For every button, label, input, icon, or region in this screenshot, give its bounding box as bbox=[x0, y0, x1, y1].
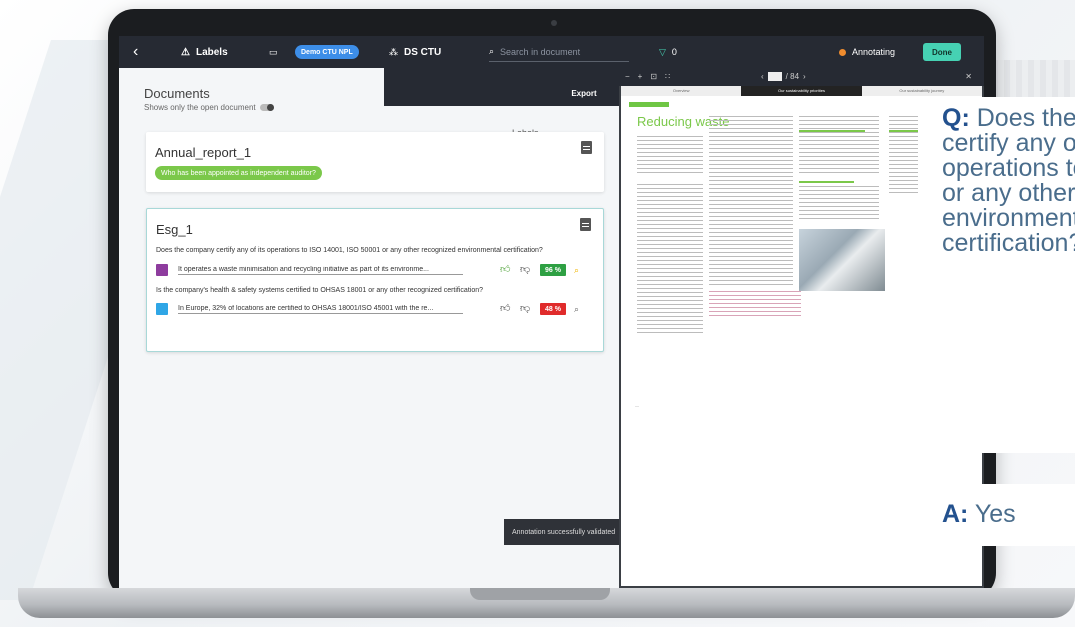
answer-text[interactable]: In Europe, 32% of locations are certifie… bbox=[178, 305, 463, 314]
prev-page-icon[interactable]: ‹ bbox=[761, 72, 764, 81]
document-name: Esg_1 bbox=[156, 222, 193, 237]
answer-prefix: A: bbox=[942, 500, 969, 528]
filter-count: 0 bbox=[671, 47, 677, 57]
camera-icon bbox=[551, 20, 557, 26]
thumbs-down-icon[interactable]: 👎︎ bbox=[520, 265, 530, 275]
topbar: ‹ ⚠ Labels ▭ Demo CTU NPL ⁂ DS CTU ⌕ Sea… bbox=[119, 36, 984, 68]
question-line: or any other recognized bbox=[942, 179, 1075, 207]
page-total: / 84 bbox=[785, 72, 800, 81]
page-tabs: Overview Our sustainability priorities O… bbox=[621, 86, 982, 96]
search-icon: ⌕ bbox=[489, 46, 495, 56]
answer-row[interactable]: It operates a waste minimisation and rec… bbox=[156, 262, 596, 278]
status-indicator: Annotating bbox=[839, 36, 895, 68]
search-icon[interactable]: ⌕ bbox=[574, 265, 584, 275]
question-prefix: Q: bbox=[942, 104, 970, 132]
page-number-input[interactable] bbox=[767, 72, 782, 81]
folder-icon[interactable]: ▭ bbox=[269, 36, 278, 68]
status-label: Annotating bbox=[852, 47, 896, 57]
label-color-swatch bbox=[156, 264, 168, 276]
filter-icon: ▽ bbox=[659, 46, 666, 57]
page-text-block bbox=[799, 116, 879, 176]
search-input[interactable]: ⌕ Search in document bbox=[489, 42, 629, 62]
zoom-out-icon[interactable]: − bbox=[625, 72, 630, 81]
page-text-block bbox=[709, 116, 793, 286]
search-placeholder: Search in document bbox=[500, 46, 581, 57]
app-title[interactable]: ⚠ Labels bbox=[181, 36, 228, 68]
question-line: certification? bbox=[942, 229, 1075, 257]
page-text-block bbox=[637, 184, 703, 334]
panel-title: Documents bbox=[144, 86, 210, 101]
page-text-block bbox=[637, 136, 703, 176]
app-title-label: Labels bbox=[195, 46, 228, 58]
question-line: certify any of its bbox=[942, 129, 1075, 157]
question-line-text: Does the company bbox=[976, 104, 1075, 132]
document-icon[interactable] bbox=[580, 218, 591, 231]
page-highlight-note bbox=[709, 291, 801, 317]
fit-page-icon[interactable]: ⊡ bbox=[650, 72, 657, 81]
confidence-score: 96 % bbox=[540, 264, 566, 276]
question-line: Q: Does the company bbox=[942, 106, 1075, 131]
document-icon[interactable] bbox=[581, 141, 592, 154]
answer-text[interactable]: It operates a waste minimisation and rec… bbox=[178, 266, 463, 275]
dataset-selector[interactable]: ⁂ DS CTU bbox=[389, 36, 441, 68]
thumbs-down-icon[interactable]: 👎︎ bbox=[520, 304, 530, 314]
logo-icon: ⚠ bbox=[181, 46, 190, 58]
document-card[interactable]: Annual_report_1 Who has been appointed a… bbox=[146, 132, 604, 192]
question-chip[interactable]: Who has been appointed as independent au… bbox=[155, 166, 322, 180]
viewer-toolbar: − + ⊡ ∷ ‹ / 84 › ✕ bbox=[619, 68, 984, 86]
close-icon[interactable]: ✕ bbox=[965, 72, 972, 81]
done-button[interactable]: Done bbox=[923, 43, 961, 61]
page-tab-active: Our sustainability priorities bbox=[741, 86, 862, 96]
panel-header: Documents Shows only the open document bbox=[144, 86, 274, 112]
question-line: operations to ISO bbox=[942, 154, 1075, 182]
app-screen: ‹ ⚠ Labels ▭ Demo CTU NPL ⁂ DS CTU ⌕ Sea… bbox=[119, 36, 984, 588]
show-open-toggle[interactable] bbox=[259, 104, 274, 111]
page-chart-bar bbox=[799, 181, 854, 183]
viewer-controls: − + ⊡ ∷ bbox=[625, 72, 670, 81]
question-text: Is the company's health & safety systems… bbox=[156, 287, 484, 294]
page-chart-bar bbox=[799, 130, 865, 132]
status-dot-icon bbox=[839, 48, 846, 56]
thumbs-up-icon[interactable]: 👍︎ bbox=[500, 265, 510, 275]
search-icon[interactable]: ⌕ bbox=[574, 304, 584, 314]
dataset-icon: ⁂ bbox=[389, 46, 398, 57]
back-arrow-icon[interactable]: ‹ bbox=[133, 36, 138, 68]
panel-subtitle-label: Shows only the open document bbox=[144, 103, 256, 112]
laptop-notch bbox=[470, 588, 610, 600]
dataset-label: DS CTU bbox=[404, 46, 442, 58]
truck-photo bbox=[799, 229, 885, 291]
document-card-active[interactable]: Esg_1 Does the company certify any of it… bbox=[146, 208, 604, 352]
zoom-in-icon[interactable]: + bbox=[638, 72, 643, 81]
thumbs-up-icon[interactable]: 👍︎ bbox=[500, 304, 510, 314]
page-text-block bbox=[799, 186, 879, 222]
answer-value: Yes bbox=[974, 500, 1016, 528]
panel-subtitle: Shows only the open document bbox=[144, 103, 274, 112]
export-button[interactable]: Export bbox=[564, 84, 604, 102]
filter-button[interactable]: ▽ 0 bbox=[659, 36, 677, 68]
document-name: Annual_report_1 bbox=[155, 145, 252, 160]
label-color-swatch bbox=[156, 303, 168, 315]
page-tab: Our sustainability journey bbox=[861, 86, 982, 96]
answer-overlay: A: Yes bbox=[918, 484, 1075, 546]
page-navigator: ‹ / 84 › bbox=[761, 72, 806, 81]
project-badge[interactable]: Demo CTU NPL bbox=[295, 45, 359, 59]
next-page-icon[interactable]: › bbox=[803, 72, 806, 81]
question-text: Does the company certify any of its oper… bbox=[156, 247, 543, 254]
confidence-score: 48 % bbox=[540, 303, 566, 315]
page-footer: — bbox=[635, 403, 639, 408]
answer-row[interactable]: In Europe, 32% of locations are certifie… bbox=[156, 301, 596, 317]
grid-icon[interactable]: ∷ bbox=[665, 72, 670, 81]
page-section-chip bbox=[629, 102, 669, 107]
question-line: environmental bbox=[942, 204, 1075, 232]
question-overlay: Q: Does the company certify any of its o… bbox=[918, 97, 1075, 453]
page-tab: Overview bbox=[621, 86, 742, 96]
